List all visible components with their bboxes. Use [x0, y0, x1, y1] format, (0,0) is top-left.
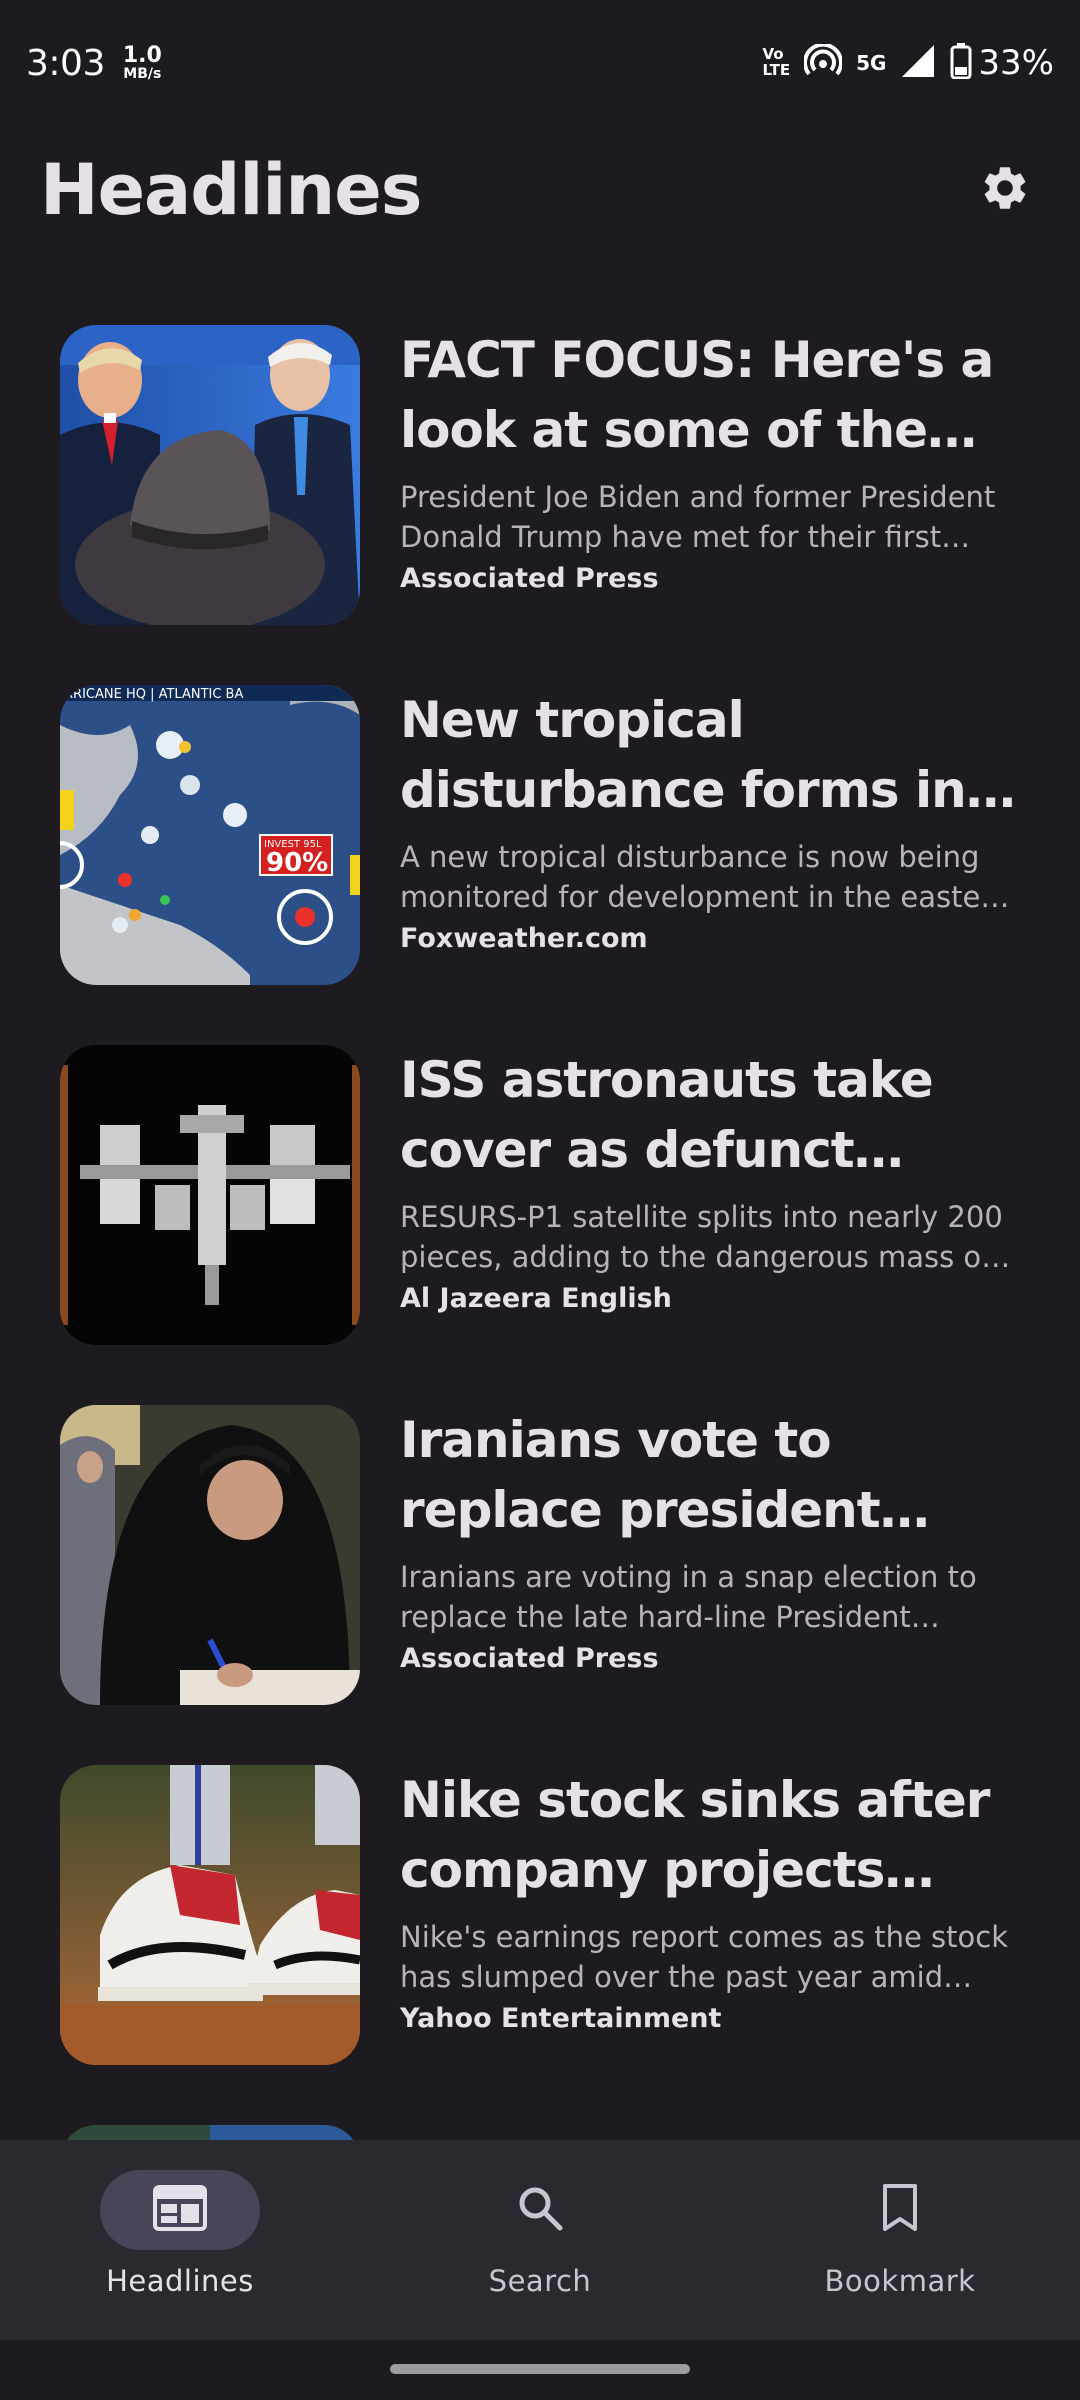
- nav-active-indicator: [100, 2170, 260, 2250]
- nav-search[interactable]: Search: [360, 2140, 720, 2340]
- nav-label: Headlines: [106, 2264, 254, 2298]
- volte-indicator: Vo LTE: [762, 46, 791, 79]
- bottom-navigation: Headlines Search Bookmark: [0, 2140, 1080, 2340]
- network-type: 5G: [856, 51, 887, 75]
- volte-bottom: LTE: [762, 61, 791, 79]
- article-item-iss[interactable]: ISS astronauts take cover as defunct Rus…: [60, 1045, 1020, 1345]
- search-icon: [516, 2184, 564, 2236]
- article-headline[interactable]: Nike stock sinks after company projects …: [400, 1765, 1020, 1905]
- article-headline[interactable]: Iranians vote to replace president kille…: [400, 1405, 1020, 1545]
- article-thumbnail: [60, 325, 360, 625]
- article-source: Al Jazeera English: [400, 1283, 672, 1314]
- article-thumbnail: [60, 1405, 360, 1705]
- article-text: Nike stock sinks after company projects …: [400, 1765, 1020, 2034]
- nav-icon-container: [820, 2170, 980, 2250]
- article-summary: President Joe Biden and former President…: [400, 480, 996, 554]
- article-summary: Nike's earnings report comes as the stoc…: [400, 1920, 1008, 1994]
- network-speed: 1.0 MB/s: [122, 43, 162, 82]
- article-thumbnail: RRICANE HQ | ATLANTIC BA INVEST 95L 90%: [60, 685, 360, 985]
- article-item-iran[interactable]: Iranians vote to replace president kille…: [60, 1405, 1020, 1705]
- article-item-next[interactable]: [60, 2125, 1020, 2140]
- settings-button[interactable]: [970, 155, 1040, 225]
- map-badge-value: 90%: [266, 848, 328, 878]
- battery: 33%: [950, 43, 1054, 83]
- map-banner-text: RRICANE HQ | ATLANTIC BA: [64, 687, 243, 702]
- article-text: New tropical disturbance forms in Atlant…: [400, 685, 1020, 954]
- page-title: Headlines: [40, 149, 422, 231]
- article-source: Associated Press: [400, 1643, 659, 1674]
- battery-icon: [950, 43, 972, 83]
- app-header: Headlines: [0, 140, 1080, 240]
- article-source: Yahoo Entertainment: [400, 2003, 722, 2034]
- article-thumbnail: [60, 1765, 360, 2065]
- article-headline[interactable]: FACT FOCUS: Here's a look at some of the…: [400, 325, 1020, 465]
- article-source: Associated Press: [400, 563, 659, 594]
- status-right: Vo LTE 5G 33%: [762, 42, 1054, 83]
- bookmark-icon: [880, 2183, 920, 2237]
- article-thumbnail: [60, 1045, 360, 1345]
- article-item-tropical[interactable]: RRICANE HQ | ATLANTIC BA INVEST 95L 90% …: [60, 685, 1020, 985]
- nav-label: Search: [488, 2264, 592, 2298]
- status-left: 3:03 1.0 MB/s: [26, 43, 162, 84]
- article-text: Iranians vote to replace president kille…: [400, 1405, 1020, 1674]
- cell-signal-icon: [900, 43, 936, 83]
- home-indicator[interactable]: [390, 2364, 690, 2374]
- status-bar: 3:03 1.0 MB/s Vo LTE 5G 33%: [0, 0, 1080, 126]
- article-source: Foxweather.com: [400, 923, 648, 954]
- battery-percent: 33%: [978, 43, 1054, 83]
- article-text: FACT FOCUS: Here's a look at some of the…: [400, 325, 1020, 594]
- article-summary: Iranians are voting in a snap election t…: [400, 1560, 977, 1634]
- article-thumbnail: [60, 2125, 360, 2140]
- nav-icon-container: [460, 2170, 620, 2250]
- newspaper-icon: [153, 2185, 207, 2235]
- article-text: ISS astronauts take cover as defunct Rus…: [400, 1045, 1020, 1314]
- status-time: 3:03: [26, 42, 105, 84]
- nav-bookmark[interactable]: Bookmark: [720, 2140, 1080, 2340]
- hotspot-icon: [803, 42, 844, 82]
- article-summary: RESURS-P1 satellite splits into nearly 2…: [400, 1200, 1003, 1274]
- gear-icon: [979, 162, 1031, 218]
- article-list[interactable]: FACT FOCUS: Here's a look at some of the…: [0, 300, 1080, 2140]
- article-item-nike[interactable]: Nike stock sinks after company projects …: [60, 1765, 1020, 2065]
- network-speed-unit: MB/s: [123, 66, 162, 82]
- article-headline[interactable]: New tropical disturbance forms in Atlant…: [400, 685, 1020, 825]
- article-item-debate[interactable]: FACT FOCUS: Here's a look at some of the…: [60, 325, 1020, 625]
- article-headline[interactable]: ISS astronauts take cover as defunct Rus…: [400, 1045, 1020, 1185]
- article-summary: A new tropical disturbance is now being …: [400, 840, 1011, 914]
- nav-headlines[interactable]: Headlines: [0, 2140, 360, 2340]
- network-speed-value: 1.0: [122, 43, 162, 68]
- nav-label: Bookmark: [824, 2264, 976, 2298]
